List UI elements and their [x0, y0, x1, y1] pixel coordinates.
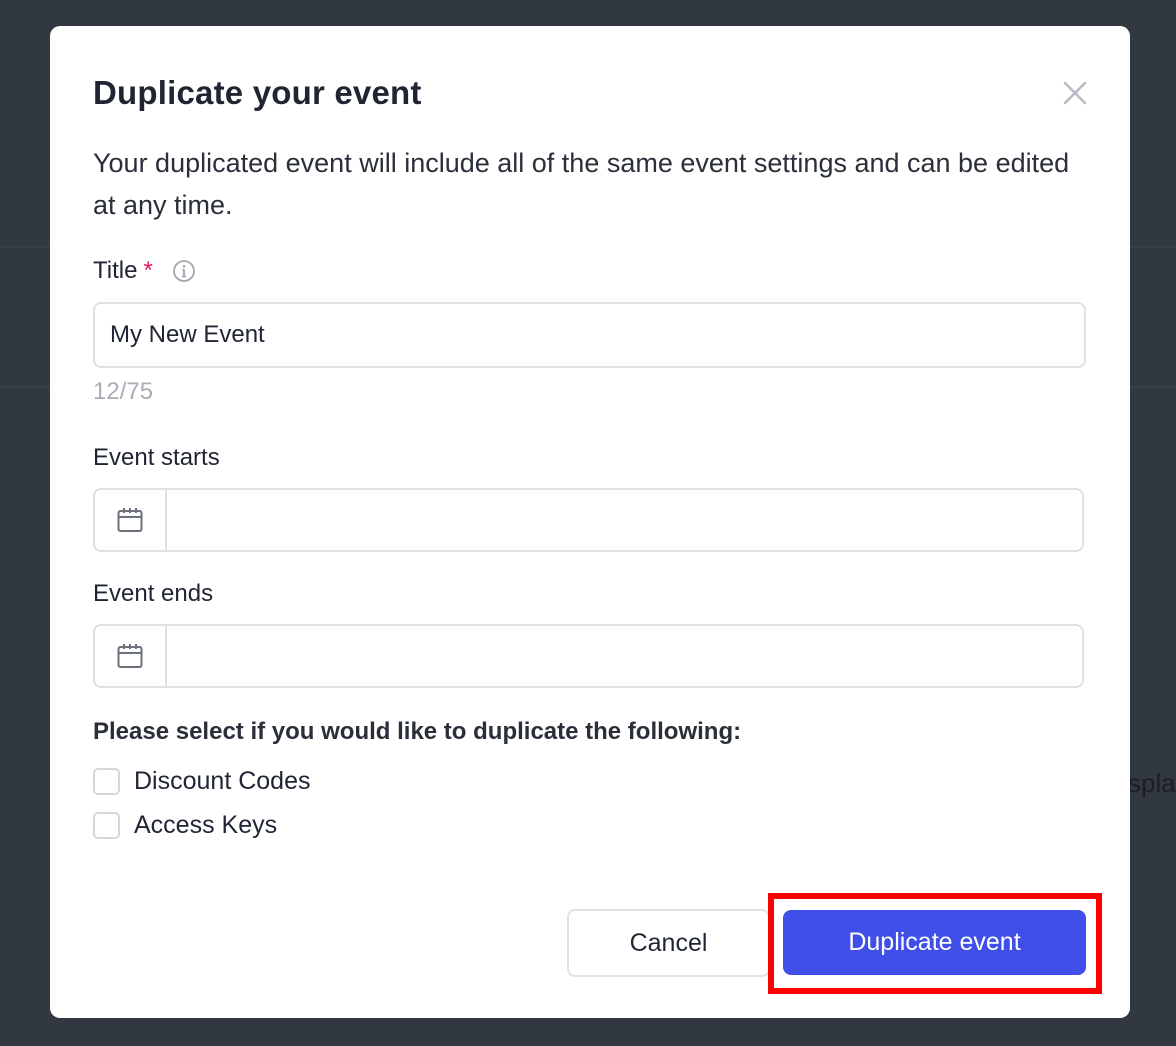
- discount-codes-checkbox[interactable]: [93, 767, 120, 795]
- modal-description: Your duplicated event will include all o…: [93, 148, 1070, 220]
- event-ends-label: Event ends: [93, 580, 214, 607]
- cancel-button[interactable]: Cancel: [567, 909, 770, 977]
- duplicate-event-modal: Duplicate your event Your duplicated eve…: [50, 26, 1130, 1018]
- event-starts-field[interactable]: [93, 488, 1084, 552]
- calendar-icon: [117, 644, 143, 668]
- access-keys-label[interactable]: Access Keys: [134, 811, 277, 840]
- access-keys-checkbox[interactable]: [93, 811, 120, 839]
- close-button[interactable]: [1060, 78, 1090, 108]
- required-marker: *: [143, 257, 153, 284]
- event-ends-input[interactable]: [167, 626, 1082, 686]
- duplicate-options-heading: Please select if you would like to dupli…: [93, 718, 742, 745]
- title-label: Title *: [93, 257, 153, 285]
- title-label-text: Title: [93, 257, 138, 284]
- close-icon: [1063, 81, 1087, 105]
- info-icon[interactable]: [172, 259, 196, 283]
- event-ends-field[interactable]: [93, 624, 1084, 688]
- event-starts-input[interactable]: [167, 490, 1082, 550]
- discount-codes-option[interactable]: Discount Codes: [93, 767, 310, 795]
- calendar-icon: [117, 508, 143, 532]
- event-ends-calendar-button[interactable]: [95, 626, 167, 686]
- discount-codes-label[interactable]: Discount Codes: [134, 767, 310, 796]
- access-keys-option[interactable]: Access Keys: [93, 811, 277, 839]
- event-starts-calendar-button[interactable]: [95, 490, 167, 550]
- title-char-count: 12/75: [93, 378, 154, 405]
- title-input[interactable]: [93, 302, 1086, 368]
- duplicate-event-button[interactable]: Duplicate event: [783, 910, 1086, 975]
- event-starts-label: Event starts: [93, 444, 220, 471]
- background-partial-text: spla: [1128, 768, 1176, 798]
- modal-title: Duplicate your event: [93, 74, 422, 111]
